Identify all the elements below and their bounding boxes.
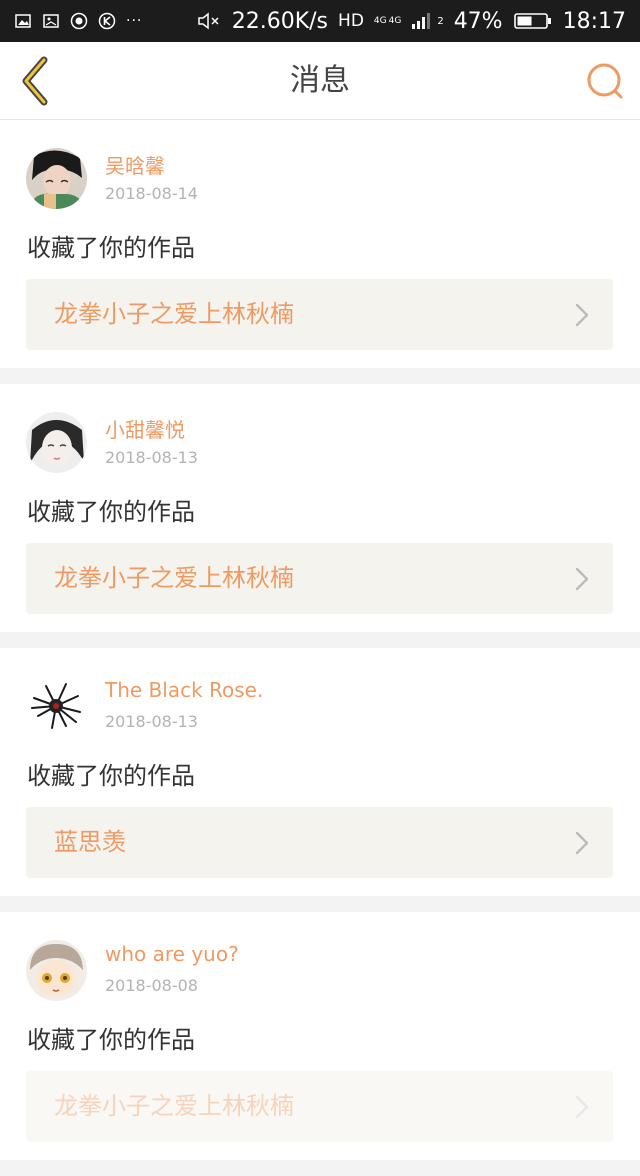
mute-icon (196, 12, 222, 30)
username[interactable]: who are yuo? (105, 942, 239, 966)
search-button[interactable] (580, 56, 630, 106)
status-bar: ··· 22.60K/s HD 4G 4G 2 47% 18:17 (0, 0, 640, 42)
avatar[interactable] (26, 676, 87, 737)
app-header: 消息 (0, 42, 640, 120)
status-bar-left: ··· (14, 12, 142, 30)
message-date: 2018-08-13 (105, 712, 198, 731)
image-icon (14, 12, 32, 30)
k-icon (98, 12, 116, 30)
message-card: 小甜馨悦 2018-08-13 收藏了你的作品 龙拳小子之爱上林秋楠 (0, 384, 640, 632)
network-type-2: 4G (388, 15, 402, 26)
message-text: 收藏了你的作品 (27, 762, 195, 790)
more-dots-icon: ··· (126, 13, 143, 29)
message-text: 收藏了你的作品 (27, 234, 195, 262)
message-list: 吴晗馨 2018-08-14 收藏了你的作品 龙拳小子之爱上林秋楠 小甜馨悦 2… (0, 120, 640, 1176)
work-title: 龙拳小子之爱上林秋楠 (54, 564, 294, 592)
chevron-left-icon (22, 56, 48, 106)
clock: 18:17 (562, 8, 626, 34)
avatar[interactable] (26, 940, 87, 1001)
message-date: 2018-08-13 (105, 448, 198, 467)
message-date: 2018-08-08 (105, 976, 198, 995)
work-title: 龙拳小子之爱上林秋楠 (54, 1092, 294, 1120)
username[interactable]: 小甜馨悦 (105, 414, 185, 443)
avatar[interactable] (26, 148, 87, 209)
message-card: who are yuo? 2018-08-08 收藏了你的作品 龙拳小子之爱上林… (0, 912, 640, 1160)
network-type: 4G 4G (373, 15, 402, 26)
signal-icon (411, 12, 435, 30)
page-title: 消息 (290, 63, 350, 98)
chevron-right-icon (575, 567, 589, 591)
work-link[interactable]: 蓝思羡 (26, 807, 613, 878)
message-card: 吴晗馨 2018-08-14 收藏了你的作品 龙拳小子之爱上林秋楠 (0, 120, 640, 368)
username[interactable]: 吴晗馨 (105, 150, 165, 179)
status-bar-right: 22.60K/s HD 4G 4G 2 47% 18:17 (196, 9, 626, 34)
message-text: 收藏了你的作品 (27, 1026, 195, 1054)
work-link[interactable]: 龙拳小子之爱上林秋楠 (26, 279, 613, 350)
back-button[interactable] (10, 56, 60, 106)
work-link[interactable]: 龙拳小子之爱上林秋楠 (26, 543, 613, 614)
battery-icon (513, 12, 553, 30)
message-card: The Black Rose. 2018-08-13 收藏了你的作品 蓝思羡 (0, 648, 640, 896)
chevron-right-icon (575, 303, 589, 327)
network-type-1: 4G (373, 15, 387, 26)
chevron-right-icon (575, 831, 589, 855)
hd-indicator: HD (338, 11, 364, 31)
username[interactable]: The Black Rose. (105, 678, 263, 702)
sim-slot: 2 (437, 15, 444, 27)
message-text: 收藏了你的作品 (27, 498, 195, 526)
work-title: 蓝思羡 (54, 828, 126, 856)
search-icon (587, 63, 623, 99)
record-icon (70, 12, 88, 30)
battery-percent: 47% (453, 8, 503, 34)
work-title: 龙拳小子之爱上林秋楠 (54, 300, 294, 328)
work-link[interactable]: 龙拳小子之爱上林秋楠 (26, 1071, 613, 1142)
network-speed: 22.60K/s (231, 8, 329, 34)
message-date: 2018-08-14 (105, 184, 198, 203)
gallery-icon (42, 12, 60, 30)
avatar[interactable] (26, 412, 87, 473)
chevron-right-icon (575, 1095, 589, 1119)
